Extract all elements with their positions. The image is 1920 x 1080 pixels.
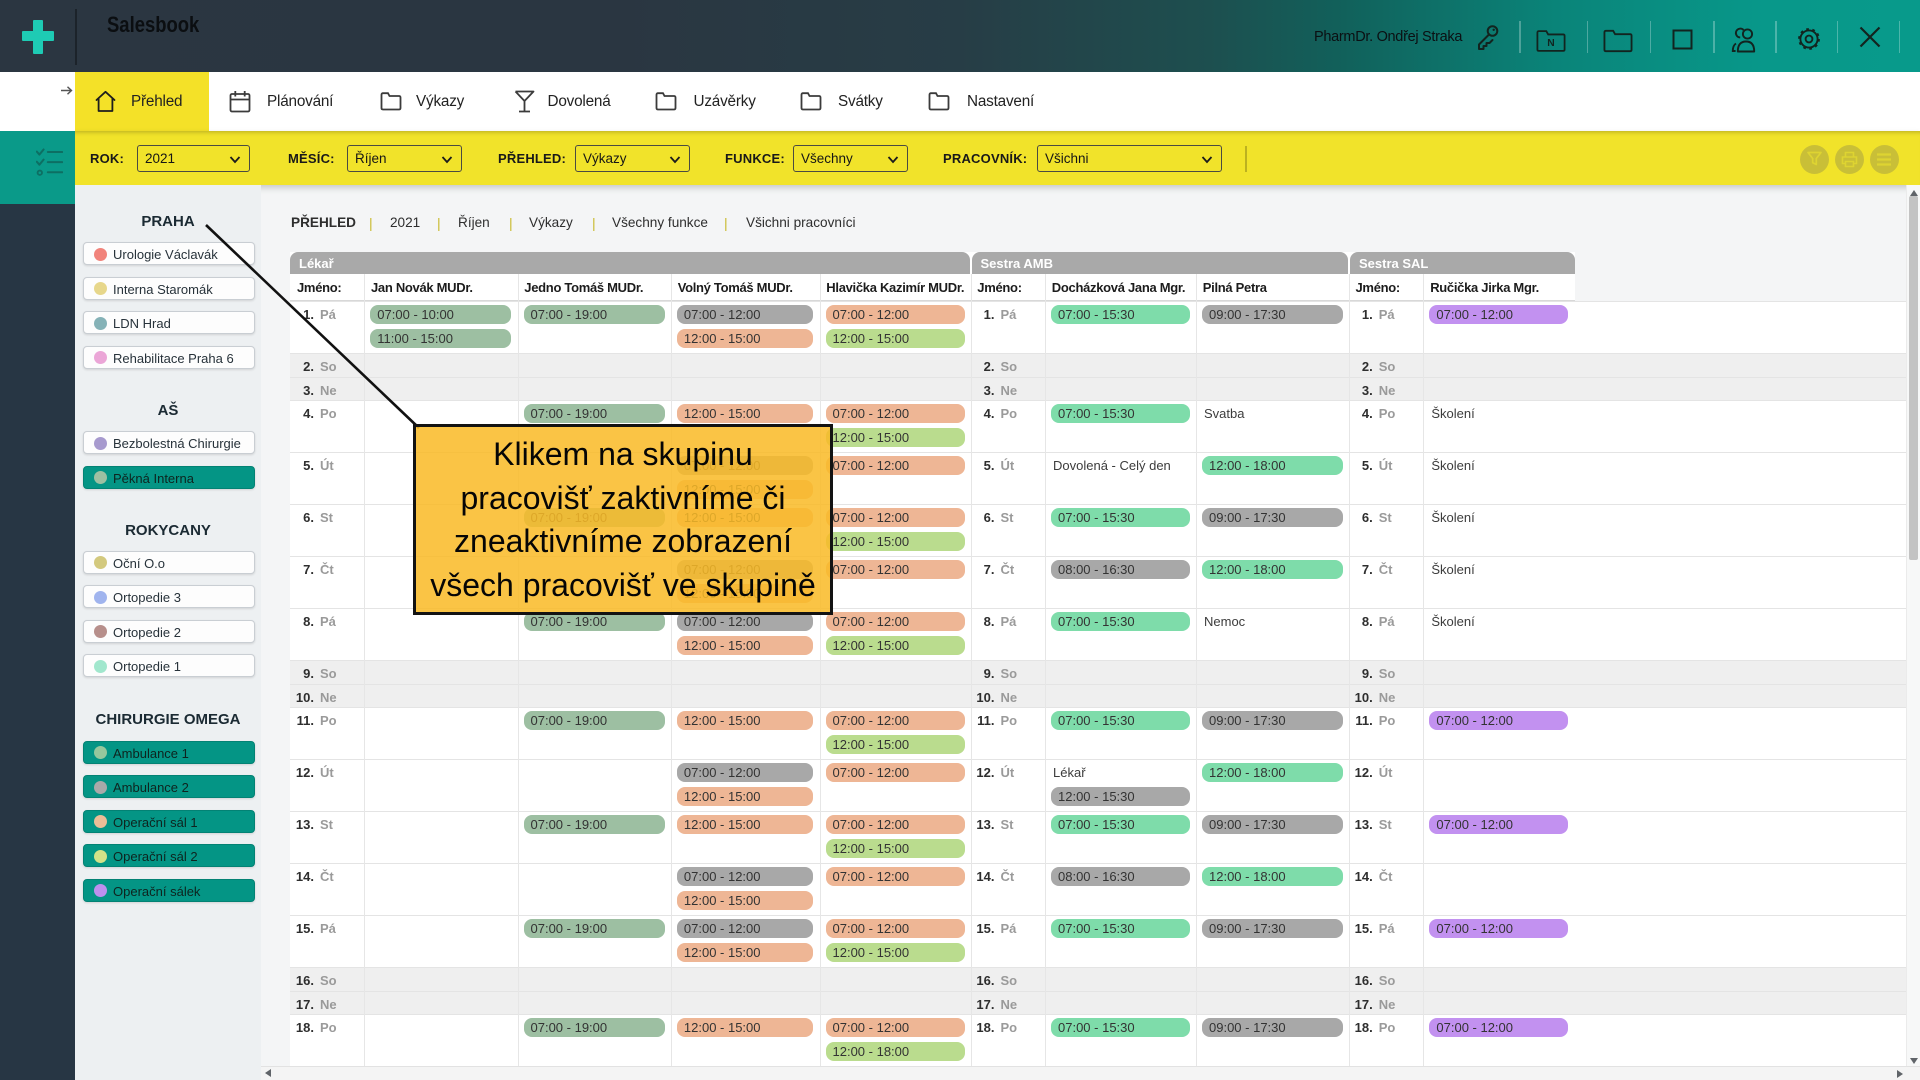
svg-text:N: N bbox=[1547, 38, 1554, 49]
